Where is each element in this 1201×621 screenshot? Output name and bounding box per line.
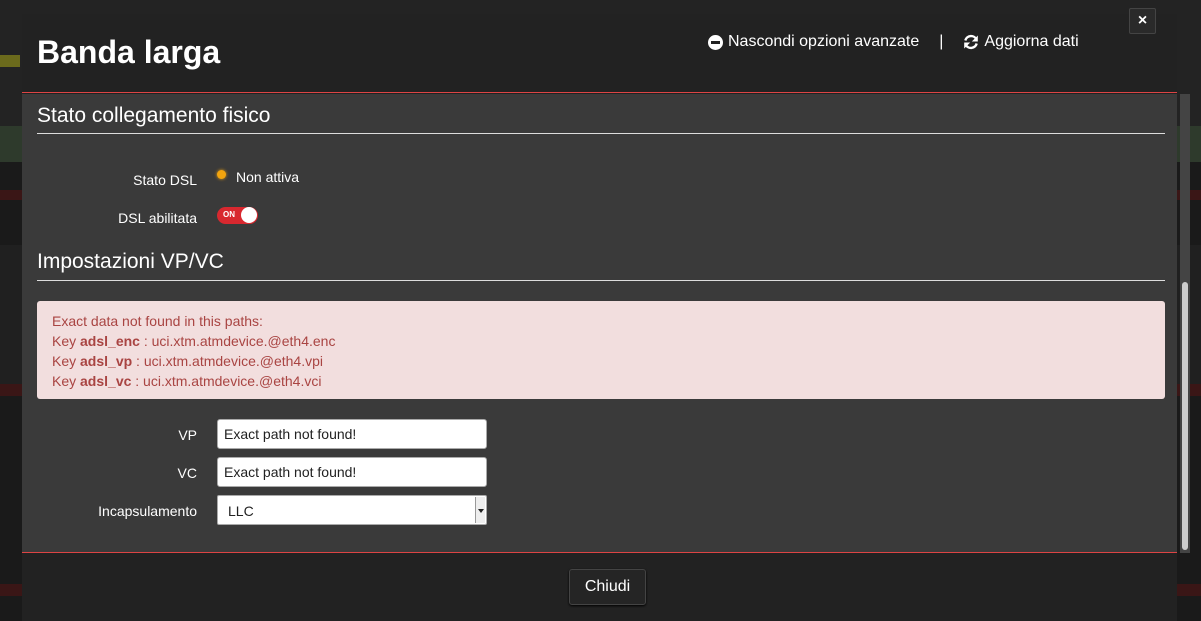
toggle-knob bbox=[241, 207, 257, 223]
dsl-enabled-toggle[interactable]: ON bbox=[217, 207, 258, 224]
alert-heading: Exact data not found in this paths: bbox=[52, 313, 263, 329]
vc-label: VC bbox=[177, 465, 197, 481]
close-button[interactable]: Chiudi bbox=[569, 569, 646, 605]
minus-circle-icon bbox=[708, 34, 723, 50]
modal-scrollbar[interactable] bbox=[1180, 94, 1190, 553]
broadband-modal: Banda larga Nascondi opzioni avanzate | … bbox=[22, 8, 1190, 621]
refresh-label: Aggiorna dati bbox=[984, 33, 1079, 50]
encapsulation-label: Incapsulamento bbox=[98, 503, 197, 519]
modal-body: Stato collegamento fisico Stato DSL Non … bbox=[22, 94, 1177, 553]
alert-line: Key adsl_vp : uci.xtm.atmdevice.@eth4.vp… bbox=[52, 353, 323, 369]
vp-input[interactable] bbox=[217, 419, 487, 449]
dsl-status-value: Non attiva bbox=[236, 169, 300, 185]
alert-line: Key adsl_vc : uci.xtm.atmdevice.@eth4.vc… bbox=[52, 373, 322, 389]
header-actions: Nascondi opzioni avanzate | Aggiorna dat… bbox=[708, 33, 1079, 51]
section-divider bbox=[37, 133, 1165, 134]
dsl-status-label: Stato DSL bbox=[133, 172, 197, 188]
section-title-vpvc: Impostazioni VP/VC bbox=[37, 250, 224, 273]
modal-title: Banda larga bbox=[37, 34, 221, 70]
close-x-button[interactable]: × bbox=[1129, 8, 1156, 34]
hide-advanced-link[interactable]: Nascondi opzioni avanzate bbox=[708, 33, 919, 51]
bg-indicator bbox=[0, 55, 20, 67]
vc-input[interactable] bbox=[217, 457, 487, 487]
alert-line: Key adsl_enc : uci.xtm.atmdevice.@eth4.e… bbox=[52, 333, 336, 349]
refresh-link[interactable]: Aggiorna dati bbox=[963, 33, 1079, 51]
encapsulation-select[interactable]: LLC bbox=[217, 495, 487, 525]
scrollbar-thumb[interactable] bbox=[1182, 282, 1188, 550]
chevron-down-icon bbox=[475, 497, 485, 523]
status-dot-icon bbox=[217, 170, 226, 179]
section-title-physical-link: Stato collegamento fisico bbox=[37, 104, 271, 127]
encapsulation-value: LLC bbox=[228, 503, 254, 519]
modal-footer: Chiudi bbox=[22, 554, 1177, 621]
toggle-on-label: ON bbox=[223, 210, 235, 219]
vp-label: VP bbox=[178, 427, 197, 443]
refresh-icon bbox=[964, 34, 979, 50]
section-divider bbox=[37, 280, 1165, 281]
dsl-enabled-label: DSL abilitata bbox=[118, 210, 197, 226]
hide-advanced-label: Nascondi opzioni avanzate bbox=[728, 33, 920, 50]
error-alert: Exact data not found in this paths: Key … bbox=[37, 301, 1165, 399]
modal-header: Banda larga Nascondi opzioni avanzate | … bbox=[22, 8, 1177, 93]
action-separator: | bbox=[939, 33, 944, 50]
